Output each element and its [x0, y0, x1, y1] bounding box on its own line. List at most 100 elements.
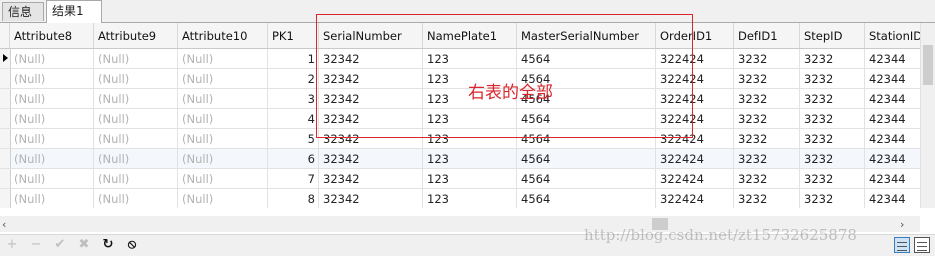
- table-cell[interactable]: (Null): [178, 89, 268, 108]
- table-cell[interactable]: 322424: [656, 49, 734, 68]
- table-cell[interactable]: 4564: [517, 149, 656, 168]
- table-cell[interactable]: 32342: [319, 129, 423, 148]
- table-cell[interactable]: 4564: [517, 129, 656, 148]
- table-cell[interactable]: 32342: [319, 89, 423, 108]
- table-row[interactable]: (Null) (Null) (Null) 2 32342 123 4564 322424 323…: [0, 69, 920, 89]
- table-cell[interactable]: (Null): [10, 189, 94, 208]
- tab-info[interactable]: 信息: [2, 2, 44, 21]
- table-cell[interactable]: 4564: [517, 109, 656, 128]
- table-cell[interactable]: 322424: [656, 189, 734, 208]
- table-cell[interactable]: 42344: [865, 189, 920, 208]
- table-cell[interactable]: (Null): [94, 169, 178, 188]
- table-row[interactable]: (Null) (Null) (Null) 5 32342 123 4564 322424 323…: [0, 129, 920, 149]
- table-cell[interactable]: 123: [423, 189, 517, 208]
- scroll-left-arrow-icon[interactable]: ‹: [2, 218, 6, 231]
- table-cell[interactable]: (Null): [94, 49, 178, 68]
- table-cell[interactable]: (Null): [94, 109, 178, 128]
- table-cell[interactable]: 3232: [800, 129, 865, 148]
- scroll-up-button[interactable]: [921, 23, 935, 41]
- table-cell[interactable]: 3232: [800, 49, 865, 68]
- cancel-icon[interactable]: ✖: [76, 237, 92, 253]
- table-cell[interactable]: 5: [268, 129, 319, 148]
- apply-icon[interactable]: ✔: [52, 237, 68, 253]
- table-cell[interactable]: 3232: [734, 109, 800, 128]
- table-cell[interactable]: 42344: [865, 149, 920, 168]
- column-header-serialnumber[interactable]: SerialNumber: [319, 23, 423, 48]
- vertical-scrollbar[interactable]: [920, 23, 935, 208]
- refresh-icon[interactable]: ↻: [100, 237, 116, 253]
- table-cell[interactable]: 8: [268, 189, 319, 208]
- table-cell[interactable]: 3232: [734, 189, 800, 208]
- table-cell[interactable]: 3232: [800, 69, 865, 88]
- table-cell[interactable]: 123: [423, 49, 517, 68]
- column-header-pk1[interactable]: PK1: [268, 23, 319, 48]
- table-cell[interactable]: 42344: [865, 169, 920, 188]
- remove-icon[interactable]: −: [28, 237, 44, 253]
- horizontal-scroll-thumb[interactable]: [652, 218, 668, 230]
- table-cell[interactable]: 3: [268, 89, 319, 108]
- table-cell[interactable]: 123: [423, 149, 517, 168]
- table-cell[interactable]: (Null): [94, 189, 178, 208]
- column-header-orderid1[interactable]: OrderID1: [656, 23, 734, 48]
- table-cell[interactable]: (Null): [178, 129, 268, 148]
- table-cell[interactable]: (Null): [10, 149, 94, 168]
- table-cell[interactable]: 42344: [865, 109, 920, 128]
- table-cell[interactable]: (Null): [178, 189, 268, 208]
- tab-result-1[interactable]: 结果1: [46, 0, 102, 23]
- table-row[interactable]: (Null) (Null) (Null) 1 32342 123 4564 322424 323…: [0, 49, 920, 69]
- column-header-nameplate1[interactable]: NamePlate1: [423, 23, 517, 48]
- table-cell[interactable]: 3232: [734, 129, 800, 148]
- column-header-attribute10[interactable]: Attribute10: [178, 23, 268, 48]
- table-cell[interactable]: 322424: [656, 89, 734, 108]
- table-cell[interactable]: 4: [268, 109, 319, 128]
- table-row[interactable]: (Null) (Null) (Null) 7 32342 123 4564 322424 323…: [0, 169, 920, 189]
- table-cell[interactable]: 3232: [734, 69, 800, 88]
- table-cell[interactable]: (Null): [178, 109, 268, 128]
- column-header-masterserialnumber[interactable]: MasterSerialNumber: [517, 23, 656, 48]
- table-row[interactable]: (Null) (Null) (Null) 4 32342 123 4564 322424 323…: [0, 109, 920, 129]
- table-cell[interactable]: 42344: [865, 69, 920, 88]
- table-cell[interactable]: 4564: [517, 169, 656, 188]
- table-cell[interactable]: 3232: [800, 149, 865, 168]
- table-cell[interactable]: 322424: [656, 129, 734, 148]
- table-cell[interactable]: 123: [423, 129, 517, 148]
- table-row[interactable]: (Null) (Null) (Null) 8 32342 123 4564 322424 323…: [0, 189, 920, 208]
- column-header-attribute8[interactable]: Attribute8: [10, 23, 94, 48]
- table-cell[interactable]: 3232: [800, 189, 865, 208]
- column-header-stepid[interactable]: StepID: [800, 23, 865, 48]
- table-cell[interactable]: (Null): [94, 149, 178, 168]
- table-cell[interactable]: 7: [268, 169, 319, 188]
- table-cell[interactable]: 32342: [319, 109, 423, 128]
- table-cell[interactable]: 42344: [865, 89, 920, 108]
- table-cell[interactable]: 3232: [734, 169, 800, 188]
- table-cell[interactable]: 4564: [517, 189, 656, 208]
- horizontal-scrollbar[interactable]: ‹ ›: [0, 216, 920, 232]
- table-cell[interactable]: (Null): [10, 89, 94, 108]
- table-cell[interactable]: 6: [268, 149, 319, 168]
- table-cell[interactable]: (Null): [10, 69, 94, 88]
- table-cell[interactable]: 32342: [319, 169, 423, 188]
- table-cell[interactable]: (Null): [10, 49, 94, 68]
- table-cell[interactable]: 123: [423, 169, 517, 188]
- add-icon[interactable]: +: [4, 237, 20, 253]
- table-cell[interactable]: 3232: [734, 49, 800, 68]
- table-cell[interactable]: 42344: [865, 49, 920, 68]
- form-view-icon[interactable]: [914, 237, 930, 253]
- table-cell[interactable]: 32342: [319, 49, 423, 68]
- table-cell[interactable]: 123: [423, 109, 517, 128]
- table-cell[interactable]: 32342: [319, 149, 423, 168]
- table-cell[interactable]: 32342: [319, 69, 423, 88]
- result-grid[interactable]: Attribute8 Attribute9 Attribute10 PK1 Serial…: [0, 23, 920, 208]
- table-cell[interactable]: (Null): [94, 89, 178, 108]
- table-cell[interactable]: (Null): [178, 149, 268, 168]
- table-cell[interactable]: (Null): [10, 109, 94, 128]
- scroll-right-arrow-icon[interactable]: ›: [900, 218, 904, 231]
- table-cell[interactable]: 322424: [656, 69, 734, 88]
- table-cell[interactable]: 1: [268, 49, 319, 68]
- column-header-defid1[interactable]: DefID1: [734, 23, 800, 48]
- table-cell[interactable]: (Null): [178, 169, 268, 188]
- column-header-stationid[interactable]: StationID: [865, 23, 920, 48]
- table-cell[interactable]: (Null): [10, 169, 94, 188]
- table-cell[interactable]: 42344: [865, 129, 920, 148]
- column-header-attribute9[interactable]: Attribute9: [94, 23, 178, 48]
